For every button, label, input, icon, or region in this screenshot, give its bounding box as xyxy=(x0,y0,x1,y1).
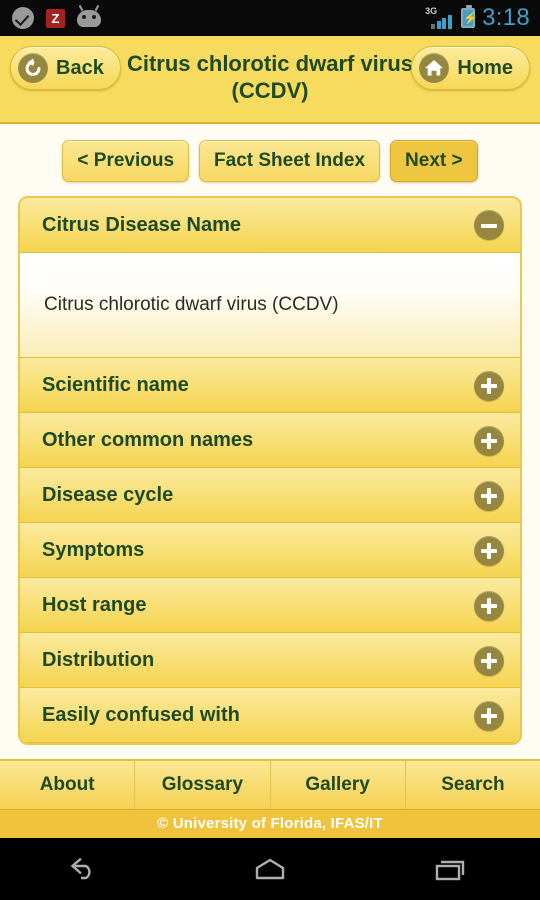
pager-buttons: < Previous Fact Sheet Index Next > xyxy=(0,124,540,196)
tab-search[interactable]: Search xyxy=(406,761,540,809)
plus-circle-icon[interactable] xyxy=(474,370,504,401)
accordion-title: Disease cycle xyxy=(42,484,174,506)
accordion-title: Easily confused with xyxy=(42,704,240,726)
bottom-tab-bar: About Glossary Gallery Search xyxy=(0,759,540,809)
accordion-header-scientific-name[interactable]: Scientific name xyxy=(20,358,520,413)
undo-arrow-icon xyxy=(18,53,48,83)
copyright-footer: © University of Florida, IFAS/IT xyxy=(0,809,540,838)
plus-circle-icon[interactable] xyxy=(474,700,504,731)
accordion-title: Distribution xyxy=(42,649,155,671)
house-icon xyxy=(419,53,450,83)
accordion-title: Symptoms xyxy=(42,539,145,561)
plus-circle-icon[interactable] xyxy=(474,590,504,621)
tab-gallery[interactable]: Gallery xyxy=(271,761,406,809)
accordion-body-text: Citrus chlorotic dwarf virus (CCDV) xyxy=(44,294,339,315)
accordion-header-disease-cycle[interactable]: Disease cycle xyxy=(20,468,520,523)
plus-circle-icon[interactable] xyxy=(474,645,504,676)
accordion-header-distribution[interactable]: Distribution xyxy=(20,633,520,688)
home-button[interactable]: Home xyxy=(411,46,530,90)
app-header: Back Citrus chlorotic dwarf virus (CCDV)… xyxy=(0,36,540,124)
plus-circle-icon[interactable] xyxy=(474,480,504,511)
content-area: Citrus Disease Name Citrus chlorotic dwa… xyxy=(0,196,540,759)
app-root: Z 3G ⚡ 3:18 Back Citrus chlorotic dwarf … xyxy=(0,0,540,900)
back-button-label: Back xyxy=(56,56,104,79)
status-clock: 3:18 xyxy=(482,4,530,31)
check-blob-icon xyxy=(12,7,34,29)
accordion-header-citrus-disease-name[interactable]: Citrus Disease Name xyxy=(20,198,520,253)
bolt-glyph: ⚡ xyxy=(463,11,479,25)
accordion-title: Scientific name xyxy=(42,374,189,396)
accordion-title: Host range xyxy=(42,594,147,616)
android-face-icon xyxy=(77,4,101,27)
accordion-header-easily-confused-with[interactable]: Easily confused with xyxy=(20,688,520,743)
zedge-icon: Z xyxy=(46,8,65,28)
system-recents-icon[interactable] xyxy=(360,854,540,884)
plus-circle-icon[interactable] xyxy=(474,535,504,566)
fact-sheet-index-button[interactable]: Fact Sheet Index xyxy=(199,140,381,182)
system-back-icon[interactable] xyxy=(0,854,180,884)
home-button-label: Home xyxy=(457,56,513,79)
fact-sheet-accordion: Citrus Disease Name Citrus chlorotic dwa… xyxy=(18,196,522,745)
previous-button[interactable]: < Previous xyxy=(62,140,190,182)
android-status-bar: Z 3G ⚡ 3:18 xyxy=(0,0,540,36)
system-home-icon[interactable] xyxy=(180,854,360,884)
back-button[interactable]: Back xyxy=(10,46,121,90)
battery-charging-icon: ⚡ xyxy=(461,5,479,28)
status-system-icons: 3G ⚡ 3:18 xyxy=(425,4,530,32)
accordion-body-citrus-disease-name: Citrus chlorotic dwarf virus (CCDV) xyxy=(20,253,520,358)
accordion-header-symptoms[interactable]: Symptoms xyxy=(20,523,520,578)
status-notification-icons: Z xyxy=(12,4,101,29)
accordion-header-other-common-names[interactable]: Other common names xyxy=(20,413,520,468)
accordion-title: Citrus Disease Name xyxy=(42,213,241,236)
tab-glossary[interactable]: Glossary xyxy=(135,761,271,809)
minus-circle-icon[interactable] xyxy=(474,210,504,240)
android-navigation-bar xyxy=(0,838,540,900)
tab-about[interactable]: About xyxy=(0,761,136,809)
network-type-label: 3G xyxy=(425,6,438,16)
accordion-header-host-range[interactable]: Host range xyxy=(20,578,520,633)
next-button[interactable]: Next > xyxy=(390,140,478,182)
accordion-title: Other common names xyxy=(42,429,254,451)
plus-circle-icon[interactable] xyxy=(474,425,504,456)
signal-3g-icon: 3G xyxy=(425,6,454,29)
